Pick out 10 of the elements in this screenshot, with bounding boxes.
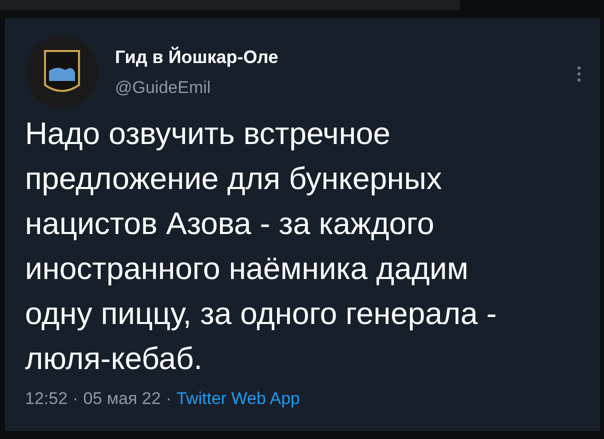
separator-dot: · — [166, 389, 172, 409]
more-icon[interactable] — [576, 65, 582, 83]
author-handle[interactable]: @GuideEmil — [115, 78, 560, 98]
author-name[interactable]: Гид в Йошкар-Оле — [115, 46, 560, 68]
tweet-text: Надо озвучить встречное предложение для бункерных нацистов Азова - за каждого иностранного наёмника дадим одну пиццу, за одного генерала - люля-кебаб. — [25, 115, 498, 378]
source-link[interactable]: Twitter Web App — [176, 389, 300, 409]
separator-dot: · — [72, 389, 78, 409]
tweet-date[interactable]: 05 мая 22 — [83, 389, 161, 409]
avatar[interactable] — [25, 35, 99, 109]
tweet-time[interactable]: 12:52 — [25, 389, 68, 409]
